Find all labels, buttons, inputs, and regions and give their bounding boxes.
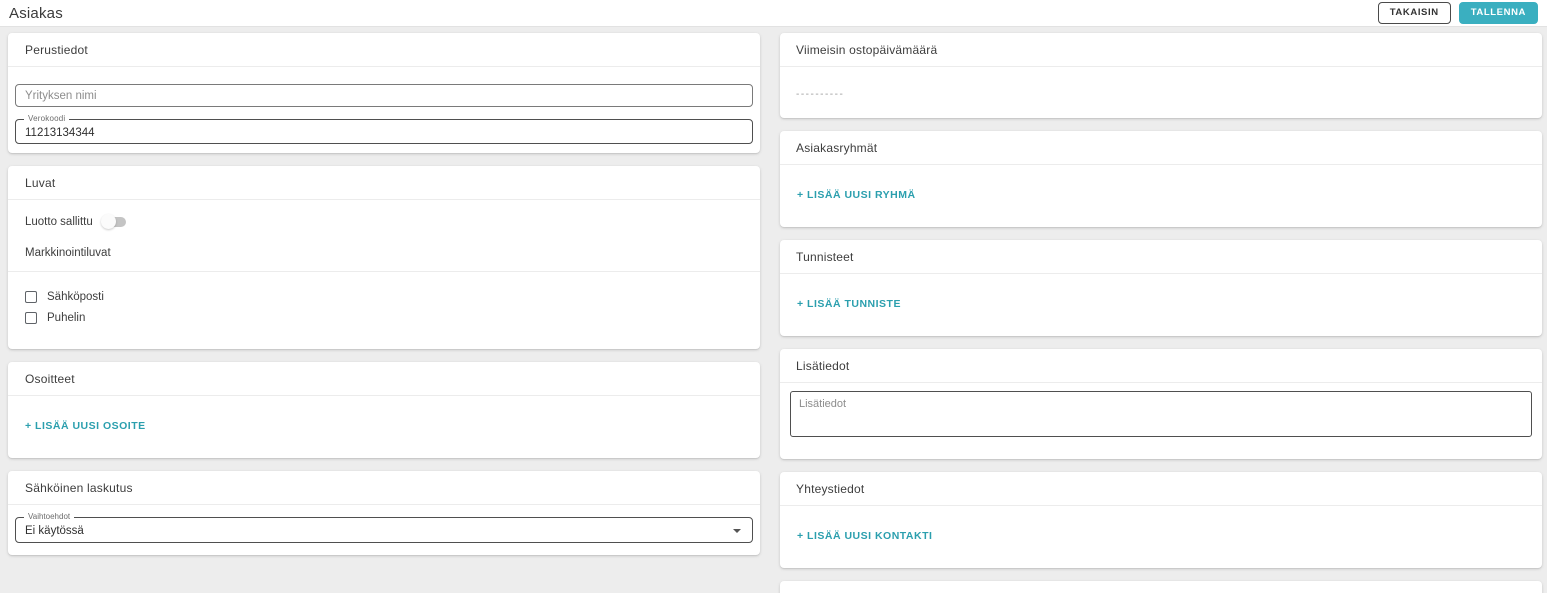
last-purchase-value: ---------- <box>796 89 844 100</box>
tags-card: Tunnisteet + LISÄÄ TUNNISTE <box>780 240 1542 336</box>
permissions-card: Luvat Luotto sallittu Markkinointiluvat … <box>8 166 760 349</box>
add-group-link[interactable]: + LISÄÄ UUSI RYHMÄ <box>797 189 916 201</box>
options-select-label: Vaihtoehdot <box>24 513 74 522</box>
permissions-top: Luotto sallittu Markkinointiluvat <box>8 200 760 271</box>
left-column: Perustiedot Verokoodi Luvat Luotto salli… <box>8 33 760 568</box>
e-invoicing-body: Vaihtoehdot Ei käytössä <box>8 505 760 555</box>
add-contact-link[interactable]: + LISÄÄ UUSI KONTAKTI <box>797 530 932 542</box>
top-bar: Asiakas TAKAISIN TALLENNA <box>0 0 1547 27</box>
customer-groups-title: Asiakasryhmät <box>780 131 1542 165</box>
email-checkbox-label: Sähköposti <box>47 291 104 303</box>
contact-info-body: + LISÄÄ UUSI KONTAKTI <box>780 506 1542 568</box>
contact-info-card: Yhteystiedot + LISÄÄ UUSI KONTAKTI <box>780 472 1542 568</box>
e-invoicing-title: Sähköinen laskutus <box>8 471 760 505</box>
checkbox-row-email[interactable]: Sähköposti <box>25 291 743 303</box>
basic-info-card: Perustiedot Verokoodi <box>8 33 760 153</box>
chevron-down-icon <box>733 529 741 533</box>
addresses-body: + LISÄÄ UUSI OSOITE <box>8 396 760 458</box>
customer-groups-body: + LISÄÄ UUSI RYHMÄ <box>780 165 1542 227</box>
credit-allowed-label: Luotto sallittu <box>25 216 93 228</box>
marketing-checkbox-list: Sähköposti Puhelin <box>8 272 760 349</box>
last-purchase-body: ---------- <box>780 67 1542 118</box>
e-invoicing-card: Sähköinen laskutus Vaihtoehdot Ei käytös… <box>8 471 760 555</box>
customer-groups-card: Asiakasryhmät + LISÄÄ UUSI RYHMÄ <box>780 131 1542 227</box>
additional-info-body <box>780 383 1542 459</box>
tags-title: Tunnisteet <box>780 240 1542 274</box>
addresses-card: Osoitteet + LISÄÄ UUSI OSOITE <box>8 362 760 458</box>
last-purchase-title: Viimeisin ostopäivämäärä <box>780 33 1542 67</box>
save-button[interactable]: TALLENNA <box>1459 2 1538 24</box>
back-button[interactable]: TAKAISIN <box>1378 2 1451 24</box>
tax-code-input[interactable] <box>16 120 752 143</box>
company-name-input[interactable] <box>15 84 753 107</box>
credit-allowed-row: Luotto sallittu <box>25 216 743 228</box>
credit-allowed-toggle[interactable] <box>103 217 126 227</box>
page-title: Asiakas <box>9 5 63 22</box>
toggle-knob <box>101 214 116 229</box>
addresses-title: Osoitteet <box>8 362 760 396</box>
topbar-actions: TAKAISIN TALLENNA <box>1378 2 1538 24</box>
contact-persons-title: Yhteyshenkilöt <box>780 581 1542 593</box>
additional-info-textarea[interactable] <box>790 391 1532 437</box>
email-checkbox[interactable] <box>25 291 37 303</box>
add-tag-link[interactable]: + LISÄÄ TUNNISTE <box>797 298 901 310</box>
additional-info-title: Lisätiedot <box>780 349 1542 383</box>
phone-checkbox-label: Puhelin <box>47 312 85 324</box>
basic-info-body: Verokoodi <box>8 67 760 153</box>
options-select-value: Ei käytössä <box>16 518 752 537</box>
last-purchase-card: Viimeisin ostopäivämäärä ---------- <box>780 33 1542 118</box>
checkbox-row-phone[interactable]: Puhelin <box>25 312 743 324</box>
tax-code-field: Verokoodi <box>15 119 753 144</box>
marketing-permissions-label: Markkinointiluvat <box>25 247 743 259</box>
options-select[interactable]: Vaihtoehdot Ei käytössä <box>15 517 753 543</box>
additional-info-card: Lisätiedot <box>780 349 1542 459</box>
contact-persons-card: Yhteyshenkilöt + + LISÄÄ UUSI KONTAKTIHE… <box>780 581 1542 593</box>
phone-checkbox[interactable] <box>25 312 37 324</box>
tags-body: + LISÄÄ TUNNISTE <box>780 274 1542 336</box>
add-address-link[interactable]: + LISÄÄ UUSI OSOITE <box>25 420 146 432</box>
tax-code-label: Verokoodi <box>24 115 69 124</box>
right-column: Viimeisin ostopäivämäärä ---------- Asia… <box>780 33 1542 593</box>
basic-info-title: Perustiedot <box>8 33 760 67</box>
contact-info-title: Yhteystiedot <box>780 472 1542 506</box>
permissions-title: Luvat <box>8 166 760 200</box>
content-area: Perustiedot Verokoodi Luvat Luotto salli… <box>0 27 1547 593</box>
